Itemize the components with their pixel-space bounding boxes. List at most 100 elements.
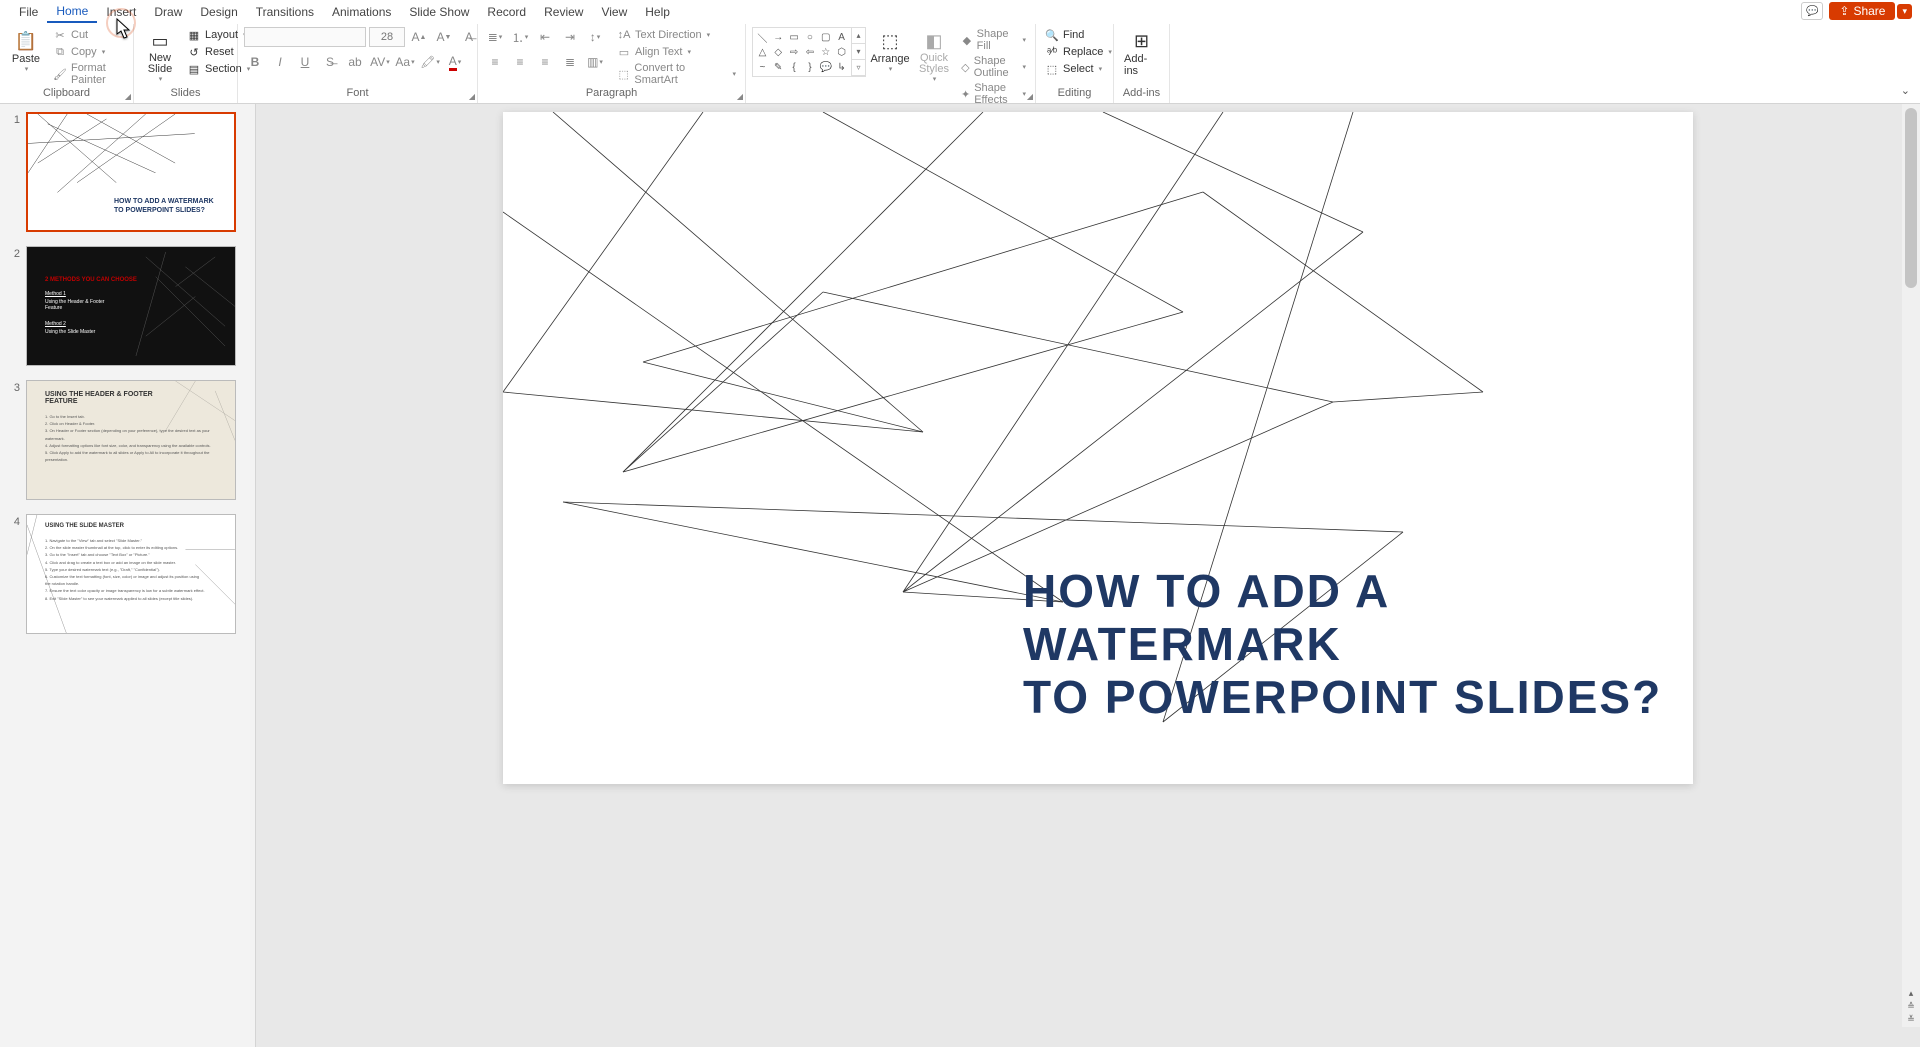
- tab-home[interactable]: Home: [47, 1, 97, 23]
- clipboard-launcher[interactable]: ◢: [125, 92, 131, 101]
- thumb3-title: USING THE HEADER & FOOTER FEATURE: [45, 391, 153, 405]
- line-spacing-button[interactable]: ↕▾: [584, 27, 606, 47]
- collapse-ribbon-button[interactable]: ⌄: [1901, 84, 1910, 97]
- columns-button[interactable]: ▥▾: [584, 52, 606, 72]
- slide-thumb-1[interactable]: HOW TO ADD A WATERMARK TO POWERPOINT SLI…: [26, 112, 236, 232]
- replace-label: Replace: [1063, 46, 1103, 58]
- numbering-button[interactable]: ⒈▾: [509, 27, 531, 47]
- scroll-next-slide-icon[interactable]: ≚: [1907, 1014, 1915, 1025]
- addins-icon: ⊞: [1130, 29, 1154, 53]
- tab-help[interactable]: Help: [636, 2, 679, 22]
- paste-icon: 📋: [14, 29, 38, 53]
- copy-label: Copy: [71, 46, 97, 58]
- tab-design[interactable]: Design: [191, 2, 246, 22]
- slide-thumb-4[interactable]: USING THE SLIDE MASTER 1. Navigate to th…: [26, 514, 236, 634]
- find-icon: 🔍: [1045, 28, 1059, 42]
- vertical-scrollbar[interactable]: ▴ ≙ ≚: [1902, 104, 1920, 1027]
- menu-bar: File Home Insert Draw Design Transitions…: [0, 0, 1920, 24]
- strike-button[interactable]: S̶: [319, 52, 341, 72]
- find-button[interactable]: 🔍Find: [1042, 27, 1115, 43]
- grow-font-button[interactable]: A▲: [408, 27, 430, 47]
- scroll-prev-slide-icon[interactable]: ≙: [1907, 1001, 1915, 1012]
- increase-indent-button[interactable]: ⇥: [559, 27, 581, 47]
- shrink-font-button[interactable]: A▼: [433, 27, 455, 47]
- fill-icon: ◆: [961, 33, 973, 47]
- addins-button[interactable]: ⊞ Add-ins: [1120, 27, 1163, 79]
- arrange-button[interactable]: ⬚ Arrange▾: [870, 27, 910, 75]
- tab-transitions[interactable]: Transitions: [247, 2, 323, 22]
- slide-editor[interactable]: HOW TO ADD A WATERMARK TO POWERPOINT SLI…: [256, 104, 1920, 1047]
- bold-button[interactable]: B: [244, 52, 266, 72]
- select-button[interactable]: ⬚Select▾: [1042, 61, 1115, 77]
- shape-triangle-icon: △: [755, 46, 770, 60]
- slide-canvas[interactable]: HOW TO ADD A WATERMARK TO POWERPOINT SLI…: [503, 112, 1693, 784]
- font-color-button[interactable]: A▾: [444, 52, 466, 72]
- change-case-button[interactable]: Aa▾: [394, 52, 416, 72]
- shape-brace-icon: {: [787, 61, 802, 75]
- quick-styles-button[interactable]: ◧ Quick Styles▾: [914, 27, 954, 85]
- font-size-input[interactable]: [369, 27, 405, 47]
- highlight-button[interactable]: 🖍▾: [419, 52, 441, 72]
- shape-freeform-icon: ✎: [771, 61, 786, 75]
- tab-record[interactable]: Record: [478, 2, 535, 22]
- shape-outline-button[interactable]: ◇Shape Outline▾: [958, 54, 1029, 80]
- ribbon: 📋 Paste ▾ ✂Cut ⧉Copy▾ 🖌Format Painter Cl…: [0, 24, 1920, 104]
- decrease-indent-button[interactable]: ⇤: [534, 27, 556, 47]
- group-paragraph: ≣▾ ⒈▾ ⇤ ⇥ ↕▾ ≡ ≡ ≡ ≣ ▥▾ ↕AText Direction…: [478, 24, 746, 103]
- bullets-button[interactable]: ≣▾: [484, 27, 506, 47]
- shape-callout-icon: 💬: [818, 61, 833, 75]
- tab-draw[interactable]: Draw: [145, 2, 191, 22]
- share-dropdown[interactable]: ▾: [1897, 4, 1912, 19]
- tab-file[interactable]: File: [10, 2, 47, 22]
- group-editing: 🔍Find ᵃ⁄ᵇReplace▾ ⬚Select▾ Editing: [1036, 24, 1114, 103]
- italic-button[interactable]: I: [269, 52, 291, 72]
- format-painter-button[interactable]: 🖌Format Painter: [50, 61, 127, 87]
- font-name-input[interactable]: [244, 27, 366, 47]
- font-launcher[interactable]: ◢: [469, 92, 475, 101]
- paste-label: Paste: [12, 53, 40, 65]
- shadow-button[interactable]: ab: [344, 52, 366, 72]
- new-slide-button[interactable]: ▭ New Slide ▾: [140, 27, 180, 85]
- convert-smartart-button[interactable]: ⬚Convert to SmartArt▾: [614, 61, 739, 87]
- drawing-launcher[interactable]: ◢: [1027, 92, 1033, 101]
- clear-format-button[interactable]: A̶: [458, 27, 480, 47]
- align-center-button[interactable]: ≡: [509, 52, 531, 72]
- slide-thumb-3[interactable]: USING THE HEADER & FOOTER FEATURE 1. Go …: [26, 380, 236, 500]
- tab-slideshow[interactable]: Slide Show: [400, 2, 478, 22]
- group-slides: ▭ New Slide ▾ ▦Layout▾ ↺Reset ▤Section▾ …: [134, 24, 238, 103]
- shapes-gallery[interactable]: ＼ → ▭ ○ ▢ A △ ◇ ⇨ ⇦ ☆ ⬡ ~ ✎ { } 💬: [752, 27, 852, 77]
- comments-button[interactable]: 💬: [1801, 2, 1823, 20]
- smartart-label: Convert to SmartArt: [634, 62, 727, 86]
- layout-label: Layout: [205, 29, 238, 41]
- shapes-scroll[interactable]: ▴▾▿: [852, 27, 866, 77]
- paragraph-launcher[interactable]: ◢: [737, 92, 743, 101]
- scroll-up-icon[interactable]: ▴: [1909, 988, 1914, 999]
- replace-button[interactable]: ᵃ⁄ᵇReplace▾: [1042, 44, 1115, 60]
- thumb4-title: USING THE SLIDE MASTER: [45, 523, 124, 529]
- shape-connector-icon: ↳: [834, 61, 849, 75]
- comment-icon: 💬: [1806, 6, 1818, 17]
- copy-button[interactable]: ⧉Copy▾: [50, 44, 127, 60]
- align-left-button[interactable]: ≡: [484, 52, 506, 72]
- addins-label: Add-ins: [1124, 53, 1159, 77]
- slide-thumb-2[interactable]: 2 METHODS YOU CAN CHOOSE Method 1 Using …: [26, 246, 236, 366]
- tab-animations[interactable]: Animations: [323, 2, 400, 22]
- quick-styles-label: Quick Styles: [919, 53, 949, 75]
- paste-button[interactable]: 📋 Paste ▾: [6, 27, 46, 75]
- tab-view[interactable]: View: [592, 2, 636, 22]
- underline-button[interactable]: U: [294, 52, 316, 72]
- new-slide-label: New Slide: [148, 53, 172, 75]
- char-spacing-button[interactable]: AV▾: [369, 52, 391, 72]
- slide-thumbnails-panel[interactable]: 1 HOW TO ADD A WATERMARK TO POWERPOINT S…: [0, 104, 256, 1047]
- shape-arrow3-icon: ⇦: [802, 46, 817, 60]
- align-right-button[interactable]: ≡: [534, 52, 556, 72]
- shape-outline-label: Shape Outline: [974, 55, 1018, 79]
- scrollbar-thumb[interactable]: [1905, 108, 1917, 288]
- text-direction-button[interactable]: ↕AText Direction▾: [614, 27, 739, 43]
- shape-fill-button[interactable]: ◆Shape Fill▾: [958, 27, 1029, 53]
- tab-review[interactable]: Review: [535, 2, 592, 22]
- justify-button[interactable]: ≣: [559, 52, 581, 72]
- align-text-button[interactable]: ▭Align Text▾: [614, 44, 739, 60]
- slide-title-text[interactable]: HOW TO ADD A WATERMARK TO POWERPOINT SLI…: [1023, 565, 1693, 724]
- share-button[interactable]: ⇪Share: [1829, 2, 1895, 20]
